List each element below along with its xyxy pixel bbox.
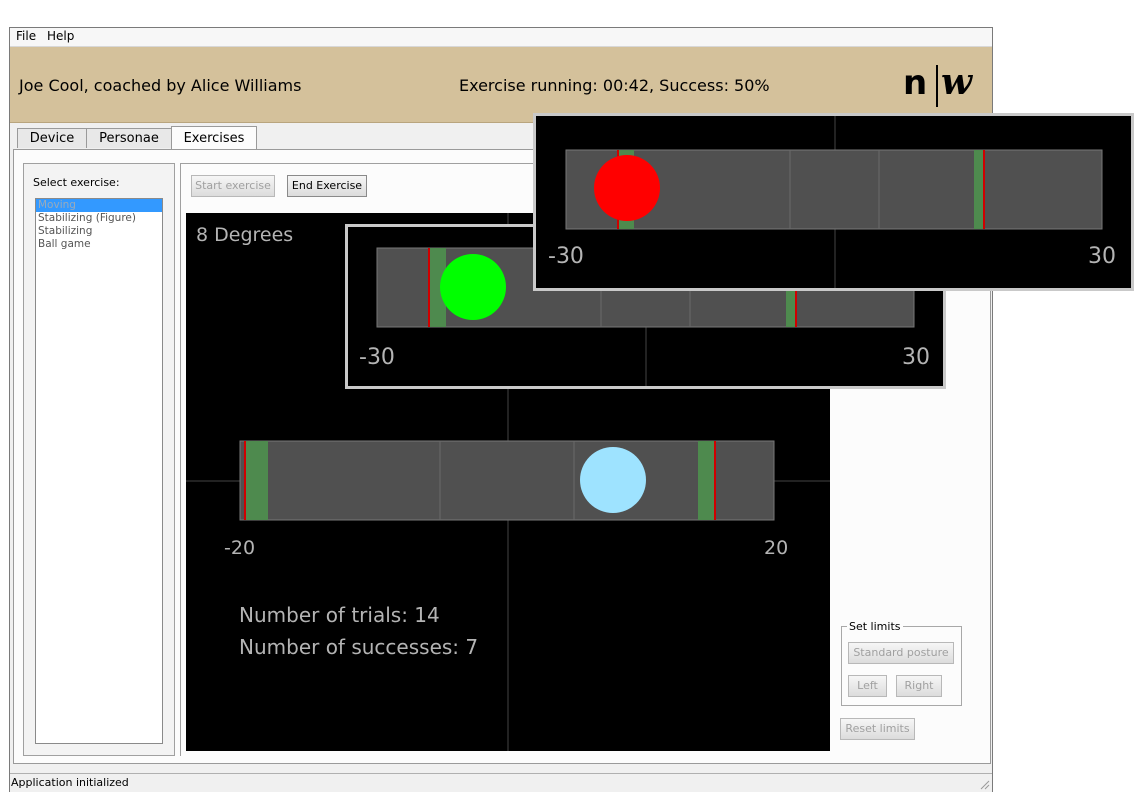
successes-count: Number of successes: 7 [239, 635, 479, 659]
min-scale-label: -30 [548, 244, 584, 269]
green-ball [440, 254, 506, 320]
target-zone-right [974, 150, 984, 229]
left-limit-button[interactable]: Left [848, 675, 887, 697]
user-coach-label: Joe Cool, coached by Alice Williams [19, 76, 302, 95]
reset-limits-button[interactable]: Reset limits [840, 718, 915, 740]
tab-exercises[interactable]: Exercises [171, 126, 257, 150]
menu-file[interactable]: File [16, 29, 36, 43]
tab-personae[interactable]: Personae [86, 128, 172, 148]
max-scale-label: 30 [1088, 244, 1116, 269]
select-exercise-label: Select exercise: [33, 176, 120, 189]
red-ball-graphic [565, 116, 1103, 288]
min-scale-label: -20 [224, 537, 256, 559]
target-zone-left [245, 441, 268, 520]
max-scale-label: 20 [764, 537, 789, 559]
header-bar: Joe Cool, coached by Alice Williams Exer… [10, 47, 992, 123]
list-item-stabilizing[interactable]: Stabilizing [36, 225, 162, 238]
status-bar: Application initialized [10, 773, 992, 792]
exercise-list[interactable]: Moving Stabilizing (Figure) Stabilizing … [35, 198, 163, 744]
logo-n: n [903, 63, 928, 103]
target-zone-right [698, 441, 715, 520]
trials-count: Number of trials: 14 [239, 603, 440, 627]
logo-w: w [941, 61, 972, 103]
fhnw-logo: n w [903, 61, 983, 107]
menu-bar: File Help [10, 28, 992, 47]
min-scale-label: -30 [359, 345, 395, 370]
logo-divider [936, 65, 938, 107]
menu-help[interactable]: Help [47, 29, 74, 43]
right-limit-button[interactable]: Right [896, 675, 942, 697]
status-text: Application initialized [11, 776, 129, 789]
exercise-status-label: Exercise running: 00:42, Success: 50% [459, 76, 770, 95]
max-scale-label: 30 [902, 345, 930, 370]
list-item-stabilizing-figure[interactable]: Stabilizing (Figure) [36, 212, 162, 225]
red-ball-popup: -30 30 [533, 113, 1134, 291]
balance-ball [580, 447, 646, 513]
degrees-label: 8 Degrees [196, 224, 294, 246]
balance-track [239, 440, 775, 521]
end-exercise-button[interactable]: End Exercise [287, 175, 367, 197]
start-exercise-button[interactable]: Start exercise [191, 175, 275, 197]
list-item-moving[interactable]: Moving [36, 199, 162, 212]
standard-posture-button[interactable]: Standard posture [848, 642, 954, 664]
tab-device[interactable]: Device [17, 128, 87, 148]
resize-grip-icon[interactable] [978, 778, 990, 790]
set-limits-title: Set limits [847, 620, 903, 633]
red-ball [594, 155, 660, 221]
list-item-ball-game[interactable]: Ball game [36, 238, 162, 251]
